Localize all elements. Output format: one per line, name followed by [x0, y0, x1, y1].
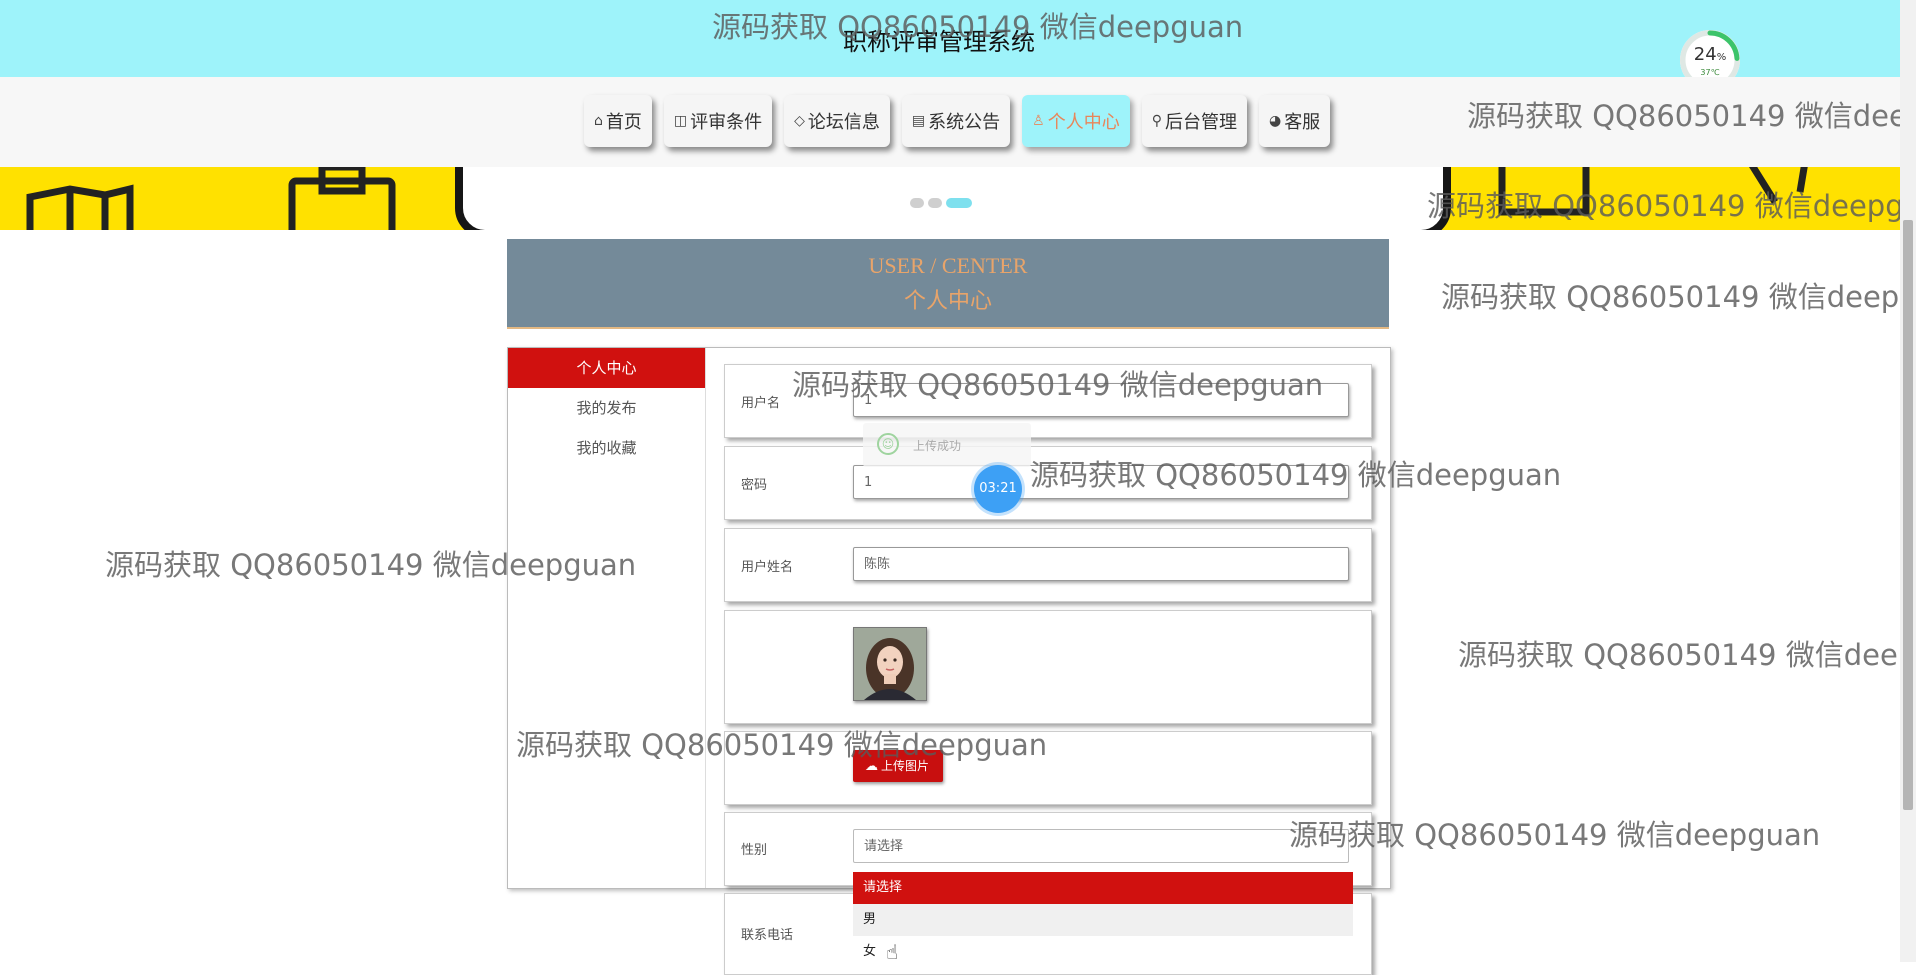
form-row-password: 密码 1	[724, 446, 1372, 520]
link-icon: ⚲	[1151, 113, 1162, 129]
tag-icon: ◇	[794, 113, 805, 129]
toast-text: 上传成功	[913, 439, 962, 453]
nav-item-4[interactable]: ▤ 系统公告	[901, 95, 1011, 147]
gender-option-placeholder[interactable]: 请选择	[853, 872, 1353, 904]
nav-item-2[interactable]: ◫ 评审条件	[663, 95, 773, 147]
home-icon: ⌂	[594, 113, 603, 129]
nav-item-label: 系统公告	[928, 112, 1001, 133]
carousel-dot-2[interactable]	[928, 198, 942, 208]
user-icon: ♙	[1032, 113, 1045, 129]
chat-icon: ◕	[1268, 113, 1282, 129]
side-item-my-posts[interactable]: 我的发布	[508, 388, 705, 428]
form-row-realname: 用户姓名 陈陈	[724, 528, 1372, 602]
phone-label: 联系电话	[741, 928, 794, 943]
gender-option-female[interactable]: 女	[853, 936, 1353, 968]
nav-item-label: 后台管理	[1164, 112, 1237, 133]
nav-item-label: 首页	[605, 112, 642, 133]
watermark: 源码获取 QQ86050149 微信deepguan	[1441, 280, 1900, 314]
username-label: 用户名	[741, 396, 781, 411]
password-input[interactable]: 1	[853, 465, 1349, 499]
page-scrollbar[interactable]	[1900, 0, 1916, 962]
glasses-icon: ◫	[673, 113, 688, 129]
side-item-profile[interactable]: 个人中心	[508, 348, 705, 388]
carousel-indicators	[910, 198, 972, 208]
username-input[interactable]: 1	[853, 383, 1349, 417]
gender-select[interactable]: 请选择	[853, 829, 1349, 863]
nav-item-label: 个人中心	[1047, 112, 1120, 133]
nav-item-6[interactable]: ⚲ 后台管理	[1141, 95, 1247, 147]
watermark: 源码获取 QQ86050149 微信deepguan	[1458, 638, 1900, 672]
smile-icon: ☺	[877, 433, 899, 455]
document-icon: ▤	[911, 113, 926, 129]
form-row-username: 用户名 1	[724, 364, 1372, 438]
header-title-en: USER / CENTER	[868, 253, 1028, 278]
site-title: 职称评审管理系统	[843, 28, 1035, 56]
carousel-dot-1[interactable]	[910, 198, 924, 208]
avatar	[853, 627, 927, 701]
form-row-avatar	[724, 610, 1372, 724]
top-title-bar: 职称评审管理系统	[0, 0, 1916, 77]
gauge-value: 24%	[1693, 44, 1727, 65]
nav-list: ⌂ 首页 ◫ 评审条件 ◇ 论坛信息 ▤ 系统公告 ♙ 个人中心 ⚲ 后台管理 ◕ 客服	[584, 95, 1331, 147]
upload-image-button[interactable]: ☁ 上传图片	[853, 750, 944, 782]
upload-button-label: 上传图片	[881, 759, 930, 773]
gender-dropdown: 请选择 男 女	[853, 872, 1353, 968]
nav-item-label: 论坛信息	[807, 112, 880, 133]
nav-item-3[interactable]: ◇ 论坛信息	[784, 95, 890, 147]
form-row-upload: ☁ 上传图片	[724, 731, 1372, 805]
avatar-image	[854, 628, 926, 700]
password-label: 密码	[741, 478, 768, 493]
user-center-header: USER / CENTER 个人中心	[507, 239, 1389, 329]
gender-label: 性别	[741, 843, 768, 858]
nav-item-label: 评审条件	[690, 112, 763, 133]
scrollbar-thumb[interactable]	[1903, 220, 1913, 810]
nav-item-5[interactable]: ♙ 个人中心	[1022, 95, 1130, 147]
navigation-bar: ⌂ 首页 ◫ 评审条件 ◇ 论坛信息 ▤ 系统公告 ♙ 个人中心 ⚲ 后台管理 ◕ 客服	[0, 77, 1916, 167]
upload-success-toast: ☺ 上传成功	[863, 423, 1031, 467]
header-title-zh: 个人中心	[903, 288, 992, 313]
nav-item-label: 客服	[1284, 112, 1321, 133]
cloud-upload-icon: ☁	[865, 759, 878, 774]
realname-label: 用户姓名	[741, 560, 794, 575]
recording-timer[interactable]: 03:21	[974, 465, 1022, 513]
gauge-temperature: 37℃	[1700, 68, 1720, 77]
nav-item-7[interactable]: ◕ 客服	[1258, 95, 1331, 147]
realname-input[interactable]: 陈陈	[853, 547, 1349, 581]
side-item-my-favorites[interactable]: 我的收藏	[508, 428, 705, 468]
gender-option-male[interactable]: 男	[853, 904, 1353, 936]
side-menu: 个人中心 我的发布 我的收藏	[508, 348, 706, 888]
hand-cursor-icon: ☝	[886, 940, 899, 964]
nav-item-1[interactable]: ⌂ 首页	[584, 95, 652, 147]
carousel-dot-3[interactable]	[946, 198, 972, 208]
